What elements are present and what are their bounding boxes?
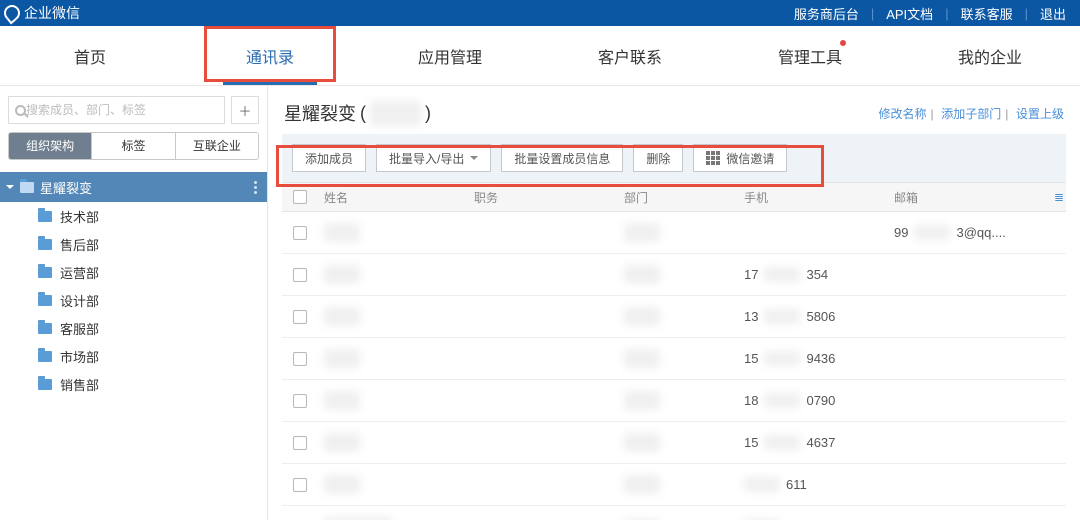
dept-item[interactable]: 运营部	[0, 258, 267, 286]
link-logout[interactable]: 退出	[1034, 4, 1072, 23]
table-row[interactable]: ██████课████91	[282, 506, 1066, 520]
table-row[interactable]: 李██技██99██3@qq....	[282, 212, 1066, 254]
nav-item-2[interactable]: 应用管理	[360, 26, 540, 85]
search-icon	[15, 105, 26, 116]
add-button[interactable]: ＋	[231, 96, 259, 124]
nav-item-5[interactable]: 我的企业	[900, 26, 1080, 85]
page-title: 星耀裂变	[284, 100, 356, 126]
folder-icon	[38, 295, 52, 306]
dept-label: 技术部	[60, 207, 99, 226]
folder-icon	[38, 351, 52, 362]
delete-button[interactable]: 删除	[633, 144, 683, 172]
col-job: 职务	[468, 189, 618, 206]
folder-icon	[20, 182, 34, 193]
table-row[interactable]: 张██运██18██0790	[282, 380, 1066, 422]
chevron-down-icon	[470, 156, 478, 164]
dept-item[interactable]: 市场部	[0, 342, 267, 370]
nav-item-3[interactable]: 客户联系	[540, 26, 720, 85]
dept-item[interactable]: 设计部	[0, 286, 267, 314]
tree-root-menu-icon[interactable]	[252, 179, 259, 196]
main-panel: 星耀裂变 ( ████ ) 修改名称| 添加子部门| 设置上级 添加成员 批量导…	[268, 86, 1080, 520]
main-nav: 首页通讯录应用管理客户联系管理工具我的企业	[0, 26, 1080, 86]
dept-item[interactable]: 销售部	[0, 370, 267, 398]
row-checkbox[interactable]	[293, 436, 307, 450]
col-phone: 手机	[738, 189, 888, 206]
main-header: 星耀裂变 ( ████ ) 修改名称| 添加子部门| 设置上级	[268, 86, 1080, 134]
search-input[interactable]	[26, 103, 218, 117]
folder-icon	[38, 323, 52, 334]
table-row[interactable]: 吴██售██15██9436	[282, 338, 1066, 380]
row-checkbox[interactable]	[293, 352, 307, 366]
nav-item-1[interactable]: 通讯录	[180, 26, 360, 85]
qr-icon	[706, 151, 720, 165]
page-title-paren: (	[360, 103, 366, 124]
tree-root-label: 星耀裂变	[40, 178, 92, 197]
row-checkbox[interactable]	[293, 226, 307, 240]
table-header: 姓名 职务 部门 手机 邮箱 ≣	[282, 182, 1066, 212]
row-checkbox[interactable]	[293, 394, 307, 408]
dept-label: 运营部	[60, 263, 99, 282]
link-api-docs[interactable]: API文档	[880, 4, 939, 23]
tree-root[interactable]: 星耀裂变	[0, 172, 267, 202]
add-member-button[interactable]: 添加成员	[292, 144, 366, 172]
search-box[interactable]	[8, 96, 225, 124]
dept-label: 客服部	[60, 319, 99, 338]
wechat-invite-button[interactable]: 微信邀请	[693, 144, 787, 172]
action-rename[interactable]: 修改名称	[878, 107, 926, 121]
brand: 企业微信	[4, 3, 80, 23]
sidebar-tabs: 组织架构 标签 互联企业	[8, 132, 259, 160]
dept-item[interactable]: 技术部	[0, 202, 267, 230]
dept-item[interactable]: 客服部	[0, 314, 267, 342]
dept-label: 市场部	[60, 347, 99, 366]
tab-org-structure[interactable]: 组织架构	[9, 133, 91, 159]
page-title-hidden: ████	[370, 101, 421, 126]
row-checkbox[interactable]	[293, 478, 307, 492]
dept-label: 设计部	[60, 291, 99, 310]
search-row: ＋	[0, 86, 267, 132]
folder-icon	[38, 211, 52, 222]
logo-icon	[4, 5, 20, 21]
folder-icon	[38, 379, 52, 390]
topbar: 企业微信 服务商后台| API文档| 联系客服| 退出	[0, 0, 1080, 26]
col-email: 邮箱	[888, 189, 1048, 206]
member-table: 姓名 职务 部门 手机 邮箱 ≣ 李██技██99██3@qq....李██技█…	[282, 182, 1066, 520]
dept-label: 售后部	[60, 235, 99, 254]
dept-label: 销售部	[60, 375, 99, 394]
nav-item-4[interactable]: 管理工具	[720, 26, 900, 85]
col-dept: 部门	[618, 189, 738, 206]
row-checkbox[interactable]	[293, 268, 307, 282]
topbar-links: 服务商后台| API文档| 联系客服| 退出	[788, 4, 1072, 23]
table-row[interactable]: 芒██设██15██4637	[282, 422, 1066, 464]
batch-import-export-button[interactable]: 批量导入/导出	[376, 144, 491, 172]
expand-icon	[6, 185, 14, 193]
table-row[interactable]: 李██技██17██354	[282, 254, 1066, 296]
row-checkbox[interactable]	[293, 310, 307, 324]
table-row[interactable]: 刑██客████611	[282, 464, 1066, 506]
toolbar: 添加成员 批量导入/导出 批量设置成员信息 删除 微信邀请	[282, 134, 1066, 182]
brand-label: 企业微信	[24, 3, 80, 23]
col-name: 姓名	[318, 189, 468, 206]
column-settings-icon[interactable]: ≣	[1048, 190, 1066, 204]
tab-tags[interactable]: 标签	[91, 133, 174, 159]
table-row[interactable]: 周██技██13██5806	[282, 296, 1066, 338]
dept-tree: 星耀裂变 技术部售后部运营部设计部客服部市场部销售部	[0, 168, 267, 520]
link-contact-support[interactable]: 联系客服	[955, 4, 1019, 23]
dept-item[interactable]: 售后部	[0, 230, 267, 258]
head-actions: 修改名称| 添加子部门| 设置上级	[878, 105, 1064, 122]
link-service-backstage[interactable]: 服务商后台	[788, 4, 865, 23]
batch-set-info-button[interactable]: 批量设置成员信息	[501, 144, 623, 172]
tab-interconnect[interactable]: 互联企业	[175, 133, 258, 159]
action-set-superior[interactable]: 设置上级	[1016, 107, 1064, 121]
folder-icon	[38, 267, 52, 278]
folder-icon	[38, 239, 52, 250]
action-add-subdept[interactable]: 添加子部门	[941, 107, 1001, 121]
select-all-checkbox[interactable]	[293, 190, 307, 204]
nav-item-0[interactable]: 首页	[0, 26, 180, 85]
sidebar: ＋ 组织架构 标签 互联企业 星耀裂变 技术部售后部运营部设计部客服部市场部销售…	[0, 86, 268, 520]
